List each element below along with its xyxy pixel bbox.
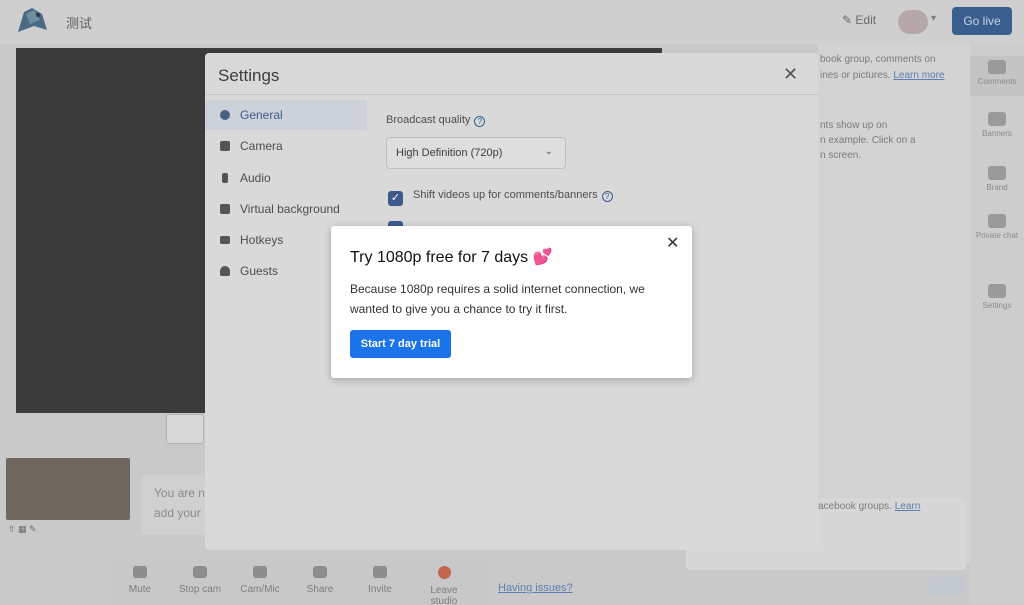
chevron-down-icon: ⌄ — [544, 146, 553, 157]
nav-item-virtual-background-label: Virtual background — [240, 202, 340, 216]
cam-mic-button[interactable]: Cam/Mic — [232, 566, 288, 595]
bottom-toolbar: Mute Stop cam Cam/Mic Share Invite Leave… — [110, 558, 490, 605]
leave-icon — [437, 566, 451, 579]
trial-dialog: Try 1080p free for 7 days 💕 ✕ Because 10… — [331, 226, 692, 378]
top-bar: 测试 ✎ Edit ▾ Go live — [0, 0, 1024, 44]
nav-item-camera-label: Camera — [240, 139, 283, 153]
panel-text-2-main: ines or pictures. — [820, 70, 891, 81]
rail-settings[interactable]: Settings — [970, 284, 1024, 310]
hearts-emoji: 💕 — [532, 249, 553, 266]
shift-videos-checkbox[interactable]: ✓ — [388, 191, 403, 206]
start-trial-button[interactable]: Start 7 day trial — [350, 330, 451, 358]
notice-line-2: add your — [154, 506, 201, 520]
go-live-button[interactable]: Go live — [952, 7, 1012, 35]
stop-cam-label: Stop cam — [178, 584, 222, 595]
mute-button[interactable]: Mute — [112, 566, 168, 595]
broadcast-quality-text: Broadcast quality — [386, 114, 471, 126]
camera-icon — [193, 566, 207, 578]
microphone-icon — [133, 566, 147, 578]
invite-button[interactable]: Invite — [352, 566, 408, 595]
rail-comments[interactable]: Comments — [970, 56, 1024, 96]
gear-icon — [988, 284, 1006, 298]
nav-item-guests-label: Guests — [240, 264, 279, 278]
stop-cam-button[interactable]: Stop cam — [172, 566, 228, 595]
settings-title: Settings — [218, 66, 280, 85]
app-logo-icon — [18, 8, 47, 32]
broadcast-quality-select[interactable]: High Definition (720p) ⌄ — [386, 137, 566, 169]
person-icon — [220, 266, 230, 276]
trial-body: Because 1080p requires a solid internet … — [350, 282, 645, 316]
nav-item-audio-label: Audio — [240, 171, 271, 185]
panel-text-1: book group, comments on — [820, 54, 936, 65]
share-button[interactable]: Share — [292, 566, 348, 595]
chevron-down-icon[interactable]: ▾ — [931, 13, 936, 24]
panel-text-3: nts show up on — [820, 120, 888, 131]
destinations-avatar[interactable] — [898, 10, 928, 34]
rail-banners[interactable]: Banners — [970, 112, 1024, 138]
shift-videos-label: Shift videos up for comments/banners — [413, 189, 598, 201]
settings-header: Settings ✕ — [205, 53, 818, 95]
comment-hint: acebook groups. Learn — [818, 501, 920, 512]
share-screen-icon — [313, 566, 327, 578]
broadcast-quality-label: Broadcast quality? — [386, 114, 486, 127]
edit-label: Edit — [855, 13, 877, 27]
help-icon[interactable]: ? — [474, 116, 486, 127]
settings-close-icon[interactable]: ✕ — [783, 65, 798, 83]
trial-close-icon[interactable]: ✕ — [666, 236, 679, 252]
gear-icon — [220, 110, 230, 120]
nav-item-general-label: General — [240, 108, 283, 122]
rail-banners-label: Banners — [982, 129, 1012, 138]
cam-mic-label: Cam/Mic — [240, 584, 280, 595]
thumbnail-controls[interactable]: ⇧ ▦ ✎ — [8, 524, 37, 535]
trial-title: Try 1080p free for 7 days 💕 — [350, 247, 553, 267]
comment-hint-text: acebook groups. — [818, 501, 892, 512]
invite-label: Invite — [368, 584, 392, 595]
share-label: Share — [306, 584, 334, 595]
palette-icon — [988, 166, 1006, 180]
add-person-icon — [373, 566, 387, 578]
nav-item-hotkeys-label: Hotkeys — [240, 233, 284, 247]
right-panel: book group, comments on ines or pictures… — [818, 44, 970, 564]
nav-item-virtual-background[interactable]: Virtual background — [205, 194, 367, 224]
shift-videos-row[interactable]: ✓ Shift videos up for comments/banners? — [388, 189, 613, 206]
keyboard-icon — [220, 236, 230, 244]
studio-name: 测试 — [66, 16, 93, 31]
having-issues-link[interactable]: Having issues? — [498, 582, 573, 594]
comment-icon — [988, 60, 1006, 74]
add-person-card[interactable] — [166, 414, 204, 444]
help-icon[interactable]: ? — [601, 191, 613, 202]
leave-studio-button[interactable]: Leave studio — [416, 566, 472, 605]
panel-text-2: ines or pictures. Learn more — [820, 68, 945, 84]
edit-button[interactable]: ✎ Edit — [842, 13, 876, 27]
rail-comments-label: Comments — [977, 77, 1017, 86]
rail-settings-label: Settings — [982, 301, 1012, 310]
rail-private-chat-label: Private chat — [975, 231, 1019, 240]
comment-learn-link[interactable]: Learn — [895, 501, 921, 512]
nav-item-camera[interactable]: Camera — [205, 131, 367, 161]
microphone-icon — [222, 173, 228, 183]
mute-label: Mute — [128, 584, 152, 595]
panel-text-5: n screen. — [820, 150, 862, 161]
gear-icon — [253, 566, 267, 578]
panel-text-4: n example. Click on a — [820, 135, 916, 146]
camera-icon — [220, 141, 230, 151]
broadcast-quality-value: High Definition (720p) — [396, 147, 503, 159]
nav-item-general[interactable]: General — [205, 100, 367, 130]
image-icon — [220, 204, 230, 214]
trial-title-text: Try 1080p free for 7 days — [350, 249, 529, 266]
chat-icon — [988, 214, 1006, 228]
leave-studio-label: Leave studio — [430, 585, 458, 605]
notice-line-1: You are n — [154, 486, 205, 500]
rail-private-chat[interactable]: Private chat — [970, 214, 1024, 240]
banner-icon — [988, 112, 1006, 126]
learn-more-link[interactable]: Learn more — [893, 70, 944, 81]
rail-brand[interactable]: Brand — [970, 166, 1024, 192]
nav-item-audio[interactable]: Audio — [205, 163, 367, 193]
comment-submit-button[interactable] — [928, 575, 964, 595]
side-rail: Comments Banners Brand Private chat Sett… — [970, 44, 1024, 604]
rail-brand-label: Brand — [986, 183, 1008, 192]
notice-box: You are n add your — [142, 475, 208, 535]
participant-thumbnail[interactable] — [6, 458, 130, 520]
